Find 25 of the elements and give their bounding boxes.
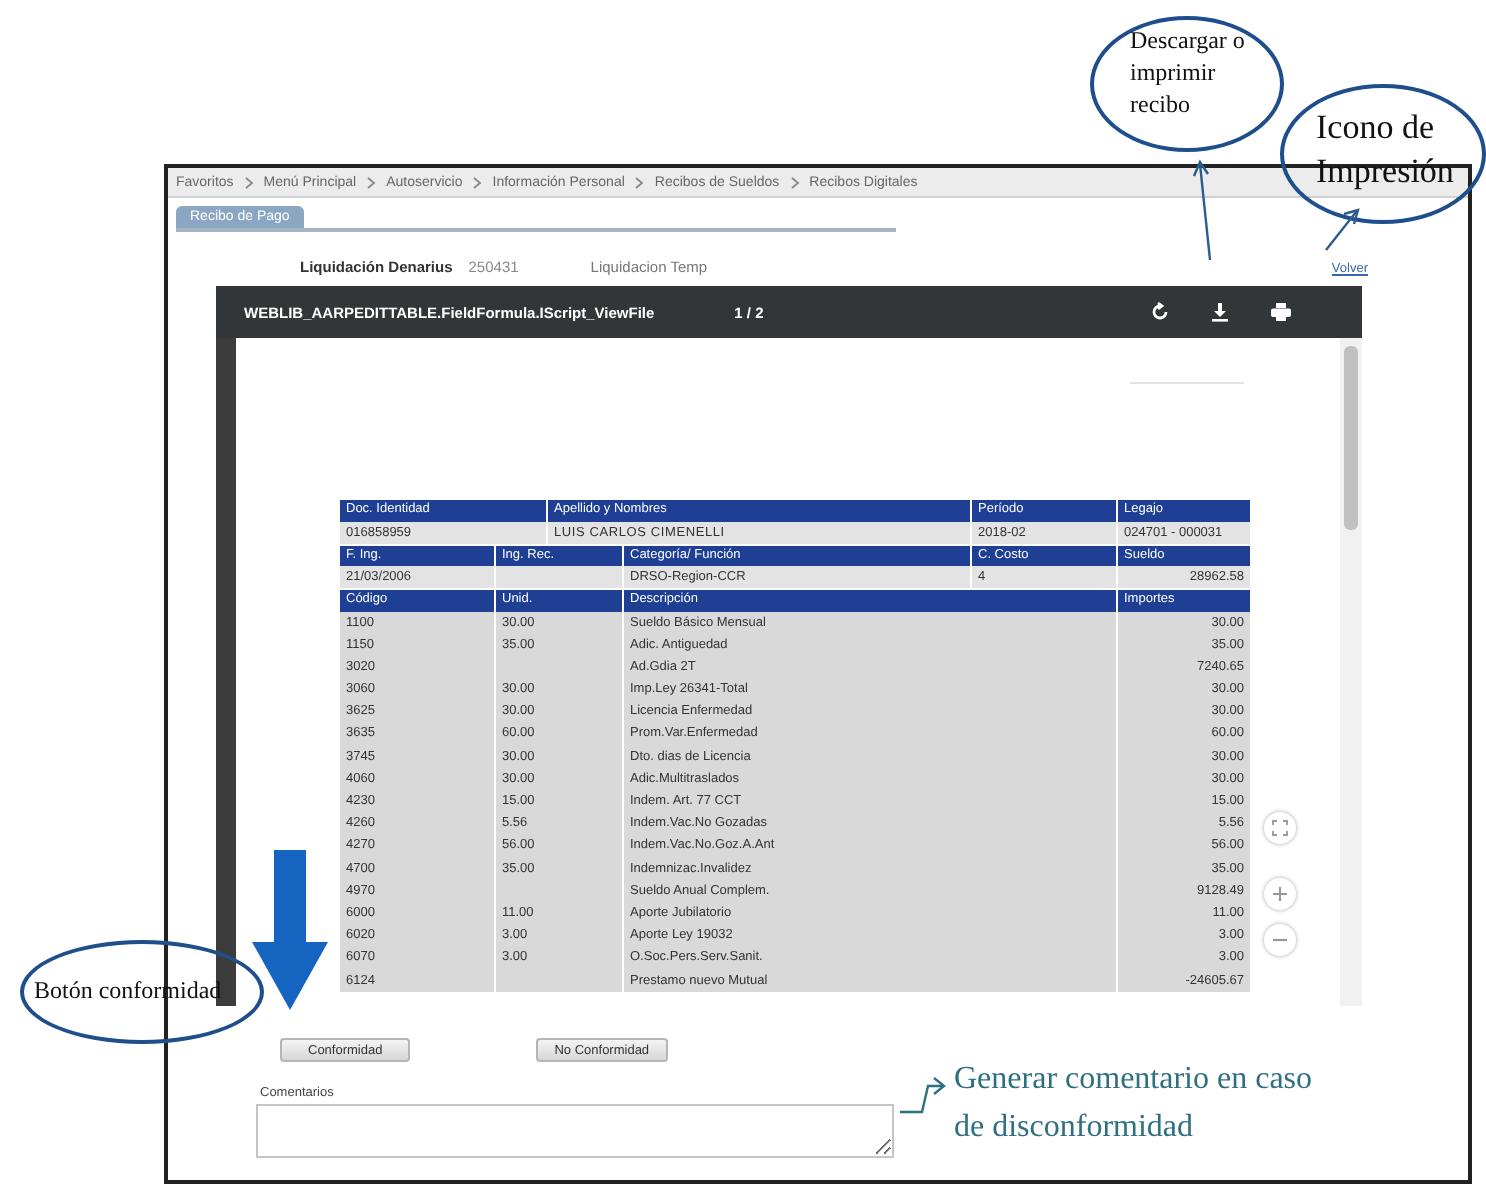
chevron-icon bbox=[366, 175, 377, 189]
fit-icon bbox=[1272, 820, 1288, 836]
zoom-in-button[interactable] bbox=[1264, 878, 1296, 910]
zoom-fit-button[interactable] bbox=[1264, 812, 1296, 844]
download-button[interactable] bbox=[1208, 300, 1232, 324]
callout-text: Descargar o imprimir recibo bbox=[1130, 24, 1247, 120]
printer-icon bbox=[1270, 302, 1292, 322]
scrollbar[interactable] bbox=[1340, 338, 1362, 1006]
arrow bbox=[900, 1077, 946, 1114]
chevron-icon bbox=[243, 175, 254, 189]
table-cell bbox=[496, 969, 622, 992]
zoom-out-button[interactable] bbox=[1264, 924, 1296, 956]
download-icon bbox=[1210, 302, 1230, 322]
arrow bbox=[1325, 208, 1360, 251]
arrow bbox=[1192, 159, 1212, 261]
chevron-icon bbox=[472, 175, 483, 189]
plus-icon bbox=[1272, 886, 1288, 902]
comments-field[interactable] bbox=[256, 1104, 894, 1158]
table-cell bbox=[496, 566, 622, 588]
chevron-icon bbox=[789, 175, 800, 189]
print-button[interactable] bbox=[1268, 300, 1294, 324]
rotate-icon bbox=[1150, 302, 1170, 322]
chevron-icon bbox=[634, 175, 645, 189]
callout-text: Generar comentario en caso de disconformidad bbox=[954, 1060, 1315, 1148]
rotate-button[interactable] bbox=[1148, 300, 1172, 324]
